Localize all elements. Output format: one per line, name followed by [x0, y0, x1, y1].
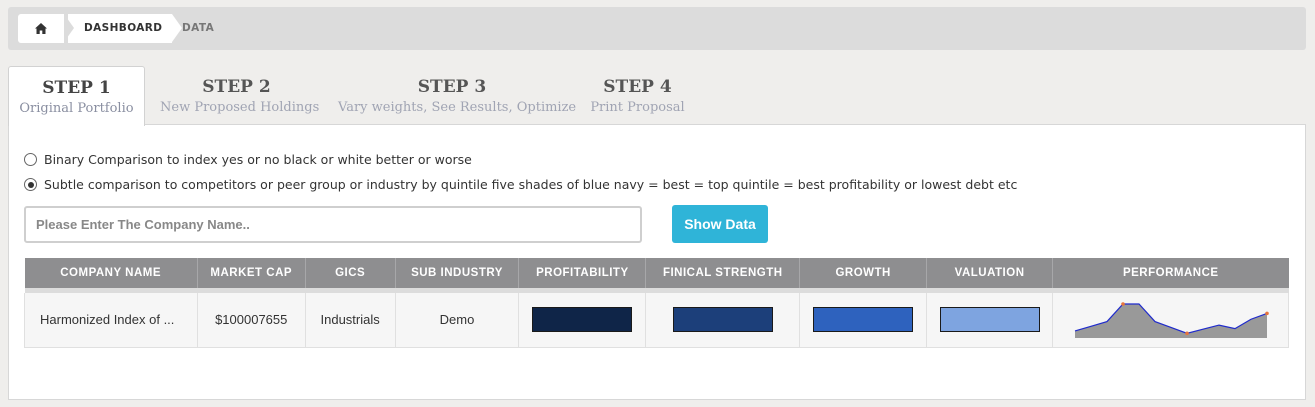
breadcrumb-dashboard-label: DASHBOARD — [84, 22, 163, 34]
tab-step-1-subtitle: Original Portfolio — [19, 101, 134, 116]
tab-step-3-subtitle: Vary weights, See Results, Optimize — [338, 100, 577, 115]
tab-step-3[interactable]: STEP 3 Vary weights, See Results, Optimi… — [338, 66, 577, 125]
cell-valuation — [926, 293, 1054, 348]
tab-step-1-title: STEP 1 — [42, 78, 111, 98]
tab-step-2-title: STEP 2 — [202, 77, 271, 97]
breadcrumb: DASHBOARD DATA — [8, 7, 1306, 50]
growth-quintile-swatch — [813, 307, 914, 333]
company-data-table: COMPANY NAME MARKET CAP GICS SUB INDUSTR… — [24, 258, 1289, 348]
cell-sub-industry: Demo — [395, 293, 520, 348]
col-growth[interactable]: GROWTH — [799, 258, 928, 288]
profitability-quintile-swatch — [532, 307, 633, 333]
cell-performance — [1052, 293, 1289, 348]
tab-step-3-title: STEP 3 — [417, 77, 487, 97]
table-row[interactable]: Harmonized Index of ... $100007655 Indus… — [24, 293, 1289, 348]
cell-growth — [799, 293, 928, 348]
home-icon — [35, 23, 47, 34]
sparkline-marker — [1184, 331, 1189, 335]
breadcrumb-home[interactable] — [18, 14, 64, 43]
col-valuation[interactable]: VALUATION — [926, 258, 1054, 288]
comparison-option-binary[interactable]: Binary Comparison to index yes or no bla… — [24, 152, 472, 167]
radio-subtle-label: Subtle comparison to competitors or peer… — [44, 177, 1018, 192]
cell-profitability — [518, 293, 647, 348]
col-market-cap[interactable]: MARKET CAP — [197, 258, 306, 288]
tab-step-2-subtitle: New Proposed Holdings — [160, 100, 320, 115]
breadcrumb-dashboard[interactable]: DASHBOARD — [64, 14, 182, 43]
valuation-quintile-swatch — [939, 307, 1040, 333]
breadcrumb-data: DATA — [182, 22, 215, 34]
table-header-row: COMPANY NAME MARKET CAP GICS SUB INDUSTR… — [24, 258, 1289, 288]
cell-gics: Industrials — [305, 293, 396, 348]
col-sub-industry[interactable]: SUB INDUSTRY — [395, 258, 520, 288]
cell-financial-strength — [645, 293, 801, 348]
tab-step-4-title: STEP 4 — [603, 77, 672, 97]
col-profitability[interactable]: PROFITABILITY — [518, 258, 647, 288]
col-company-name[interactable]: COMPANY NAME — [24, 258, 198, 288]
tab-step-4[interactable]: STEP 4 Print Proposal — [589, 66, 686, 125]
tab-step-4-subtitle: Print Proposal — [590, 100, 685, 115]
cell-market-cap: $100007655 — [197, 293, 306, 348]
company-search-input[interactable] — [24, 206, 642, 243]
show-data-button[interactable]: Show Data — [672, 205, 768, 243]
cell-company-name: Harmonized Index of ... — [24, 293, 198, 348]
sparkline-marker — [1120, 301, 1125, 306]
col-financial-strength[interactable]: FINICAL STRENGTH — [645, 258, 801, 288]
radio-binary-label: Binary Comparison to index yes or no bla… — [44, 152, 472, 167]
sparkline-marker — [1264, 311, 1269, 315]
col-gics[interactable]: GICS — [305, 258, 396, 288]
financial-strength-quintile-swatch — [672, 307, 773, 333]
tab-step-1[interactable]: STEP 1 Original Portfolio — [8, 66, 145, 126]
sparkline-area — [1074, 303, 1267, 338]
comparison-option-subtle[interactable]: Subtle comparison to competitors or peer… — [24, 177, 1017, 192]
radio-subtle[interactable] — [24, 178, 37, 191]
performance-sparkline — [1074, 301, 1269, 338]
radio-binary[interactable] — [24, 153, 37, 166]
col-performance[interactable]: PERFORMANCE — [1052, 258, 1289, 288]
tab-step-2[interactable]: STEP 2 New Proposed Holdings — [160, 66, 320, 125]
